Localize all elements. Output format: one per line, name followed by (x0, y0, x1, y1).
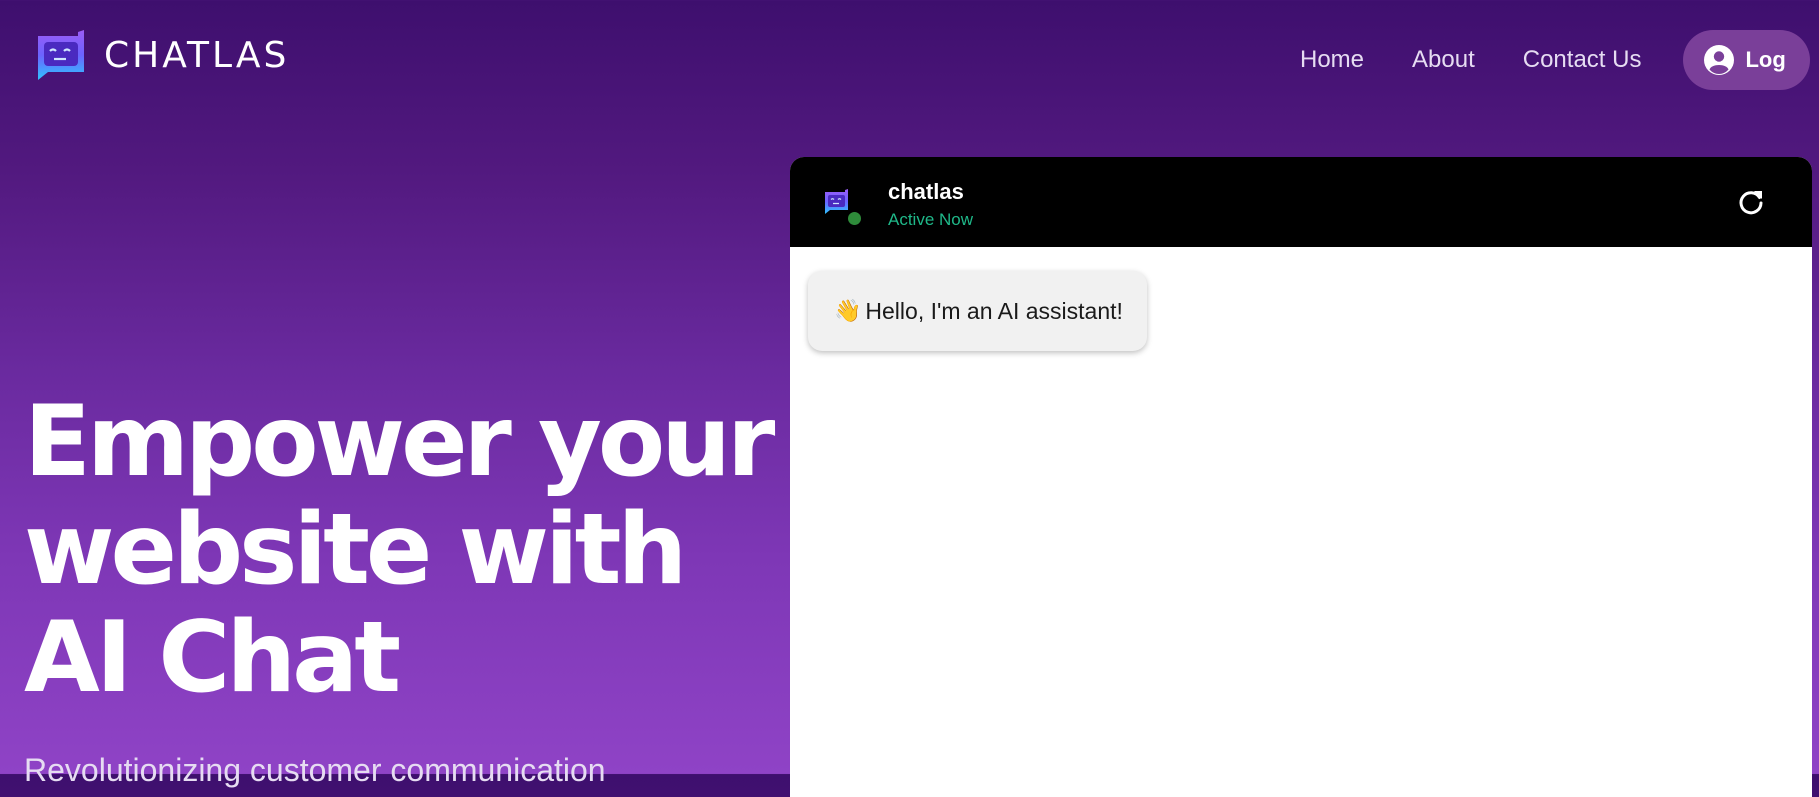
login-label: Log (1745, 47, 1786, 72)
waving-hand-icon: 👋 (834, 298, 862, 323)
chat-bot-name: chatlas (888, 179, 964, 204)
brand-logo[interactable]: CHATLAS (32, 28, 289, 84)
chat-status: Active Now (888, 210, 974, 229)
refresh-icon[interactable] (1736, 187, 1766, 217)
chat-widget: chatlas Active Now 👋 Hello, I'm an AI as… (790, 157, 1812, 797)
hero-title-line: website with (24, 493, 687, 607)
chat-messages: 👋 Hello, I'm an AI assistant! (790, 247, 1812, 797)
main-nav: Home About Contact Us Log (1300, 30, 1810, 90)
nav-home-link[interactable]: Home (1300, 35, 1364, 85)
nav-contact-link[interactable]: Contact Us (1523, 35, 1642, 85)
user-circle-icon (1704, 45, 1735, 75)
hero-title: Empower your website with AI Chat (24, 388, 784, 712)
hero-title-line: AI Chat (24, 601, 401, 715)
chat-message-text: Hello, I'm an AI assistant! (865, 297, 1123, 324)
login-button[interactable]: Log (1683, 30, 1810, 90)
hero-subtitle: Revolutionizing customer communication (24, 752, 606, 788)
online-status-dot (847, 211, 862, 226)
chat-message: 👋 Hello, I'm an AI assistant! (808, 271, 1147, 351)
chat-avatar-icon (825, 189, 848, 214)
chatlas-logo-icon (38, 30, 84, 80)
brand-name: CHATLAS (104, 35, 290, 76)
chat-header: chatlas Active Now (790, 157, 1812, 247)
hero-title-line: Empower your (24, 385, 775, 499)
nav-about-link[interactable]: About (1412, 35, 1475, 85)
